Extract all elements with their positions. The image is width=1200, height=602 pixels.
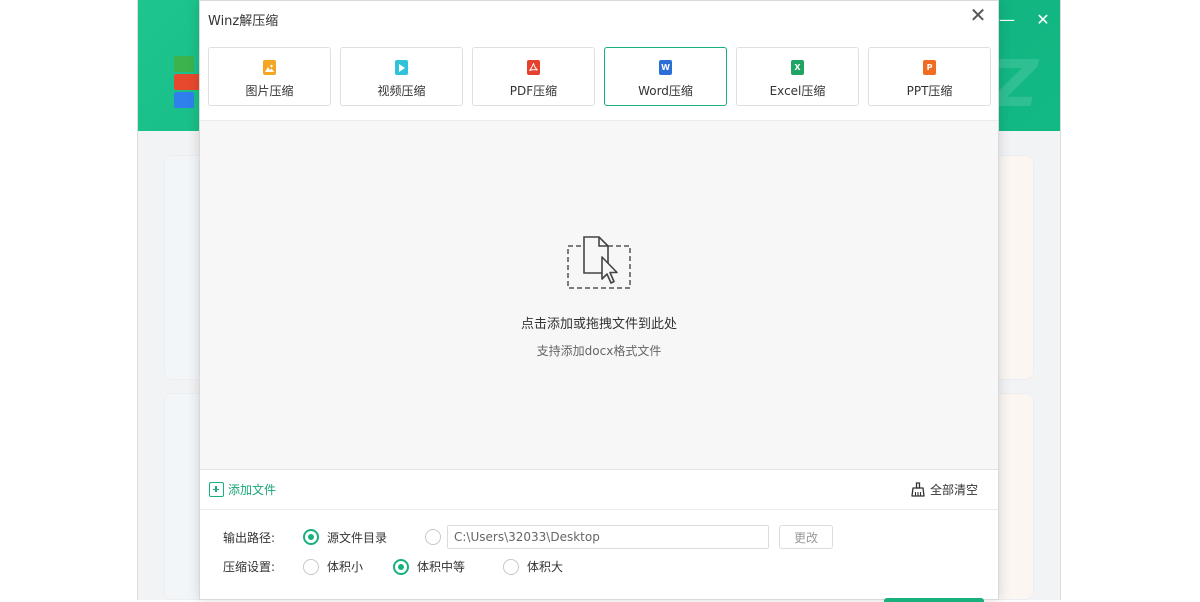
- tab-label: PPT压缩: [906, 84, 953, 98]
- video-icon: [395, 60, 408, 75]
- output-path-row: 输出路径: 源文件目录 更改: [223, 525, 833, 549]
- pdf-icon: [527, 60, 540, 75]
- minimize-icon[interactable]: —: [998, 10, 1016, 29]
- tab-image-compress[interactable]: 图片压缩: [208, 47, 331, 106]
- tab-ppt-compress[interactable]: P PPT压缩: [868, 47, 991, 106]
- compress-option-large[interactable]: 体积大: [503, 558, 563, 575]
- tab-word-compress[interactable]: W Word压缩: [604, 47, 727, 106]
- file-drop-area[interactable]: 点击添加或拖拽文件到此处 支持添加docx格式文件: [200, 120, 998, 470]
- radio-custom-path[interactable]: [425, 529, 441, 545]
- image-icon: [263, 60, 276, 75]
- option-label: 体积大: [527, 560, 564, 574]
- tab-excel-compress[interactable]: X Excel压缩: [736, 47, 859, 106]
- word-icon: W: [659, 60, 672, 75]
- drag-file-icon: [567, 236, 631, 289]
- compress-dialog: Winz解压缩 ✕ 图片压缩 视频压缩 PDF压缩 W Word压缩 X Exc…: [199, 0, 999, 602]
- radio-large[interactable]: [503, 558, 519, 575]
- ppt-icon: P: [923, 60, 936, 75]
- tab-label: Word压缩: [638, 84, 693, 98]
- option-label: 体积中等: [417, 560, 466, 574]
- supported-format-hint: 支持添加docx格式文件: [536, 344, 662, 358]
- radio-source-dir[interactable]: [303, 529, 319, 545]
- compression-type-tabs: 图片压缩 视频压缩 PDF压缩 W Word压缩 X Excel压缩 P PPT…: [208, 47, 991, 106]
- compression-setting-label: 压缩设置:: [223, 560, 276, 574]
- tab-label: 图片压缩: [245, 84, 294, 98]
- compression-setting-row: 压缩设置: 体积小 体积中等 体积大: [223, 558, 563, 575]
- tab-video-compress[interactable]: 视频压缩: [340, 47, 463, 106]
- tab-pdf-compress[interactable]: PDF压缩: [472, 47, 595, 106]
- drop-instruction: 点击添加或拖拽文件到此处: [520, 317, 677, 332]
- plus-icon: [209, 482, 224, 497]
- dialog-title: Winz解压缩: [208, 14, 279, 29]
- add-file-label: 添加文件: [228, 483, 277, 497]
- compress-option-small[interactable]: 体积小: [303, 558, 393, 575]
- radio-small[interactable]: [303, 558, 319, 575]
- start-compress-button[interactable]: [884, 598, 984, 602]
- tab-label: PDF压缩: [509, 84, 558, 98]
- background-window-controls: — ✕: [998, 10, 1052, 29]
- radio-medium[interactable]: [393, 558, 409, 575]
- close-icon[interactable]: ✕: [1034, 10, 1052, 29]
- change-path-button[interactable]: 更改: [779, 525, 833, 549]
- output-source-dir-option[interactable]: 源文件目录: [303, 529, 425, 546]
- section-divider: [200, 509, 998, 510]
- excel-icon: X: [791, 60, 804, 75]
- clear-all-button[interactable]: 全部清空: [911, 481, 978, 498]
- output-path-label: 输出路径:: [223, 530, 276, 545]
- tab-label: Excel压缩: [769, 84, 826, 98]
- source-dir-label: 源文件目录: [327, 530, 388, 545]
- compress-option-medium[interactable]: 体积中等: [393, 558, 503, 575]
- option-label: 体积小: [327, 560, 364, 574]
- add-file-button[interactable]: 添加文件: [209, 481, 276, 498]
- clear-all-label: 全部清空: [929, 483, 978, 497]
- close-icon[interactable]: ✕: [966, 4, 990, 28]
- tab-label: 视频压缩: [377, 84, 426, 98]
- broom-icon: [911, 482, 925, 497]
- output-path-field[interactable]: [447, 525, 769, 549]
